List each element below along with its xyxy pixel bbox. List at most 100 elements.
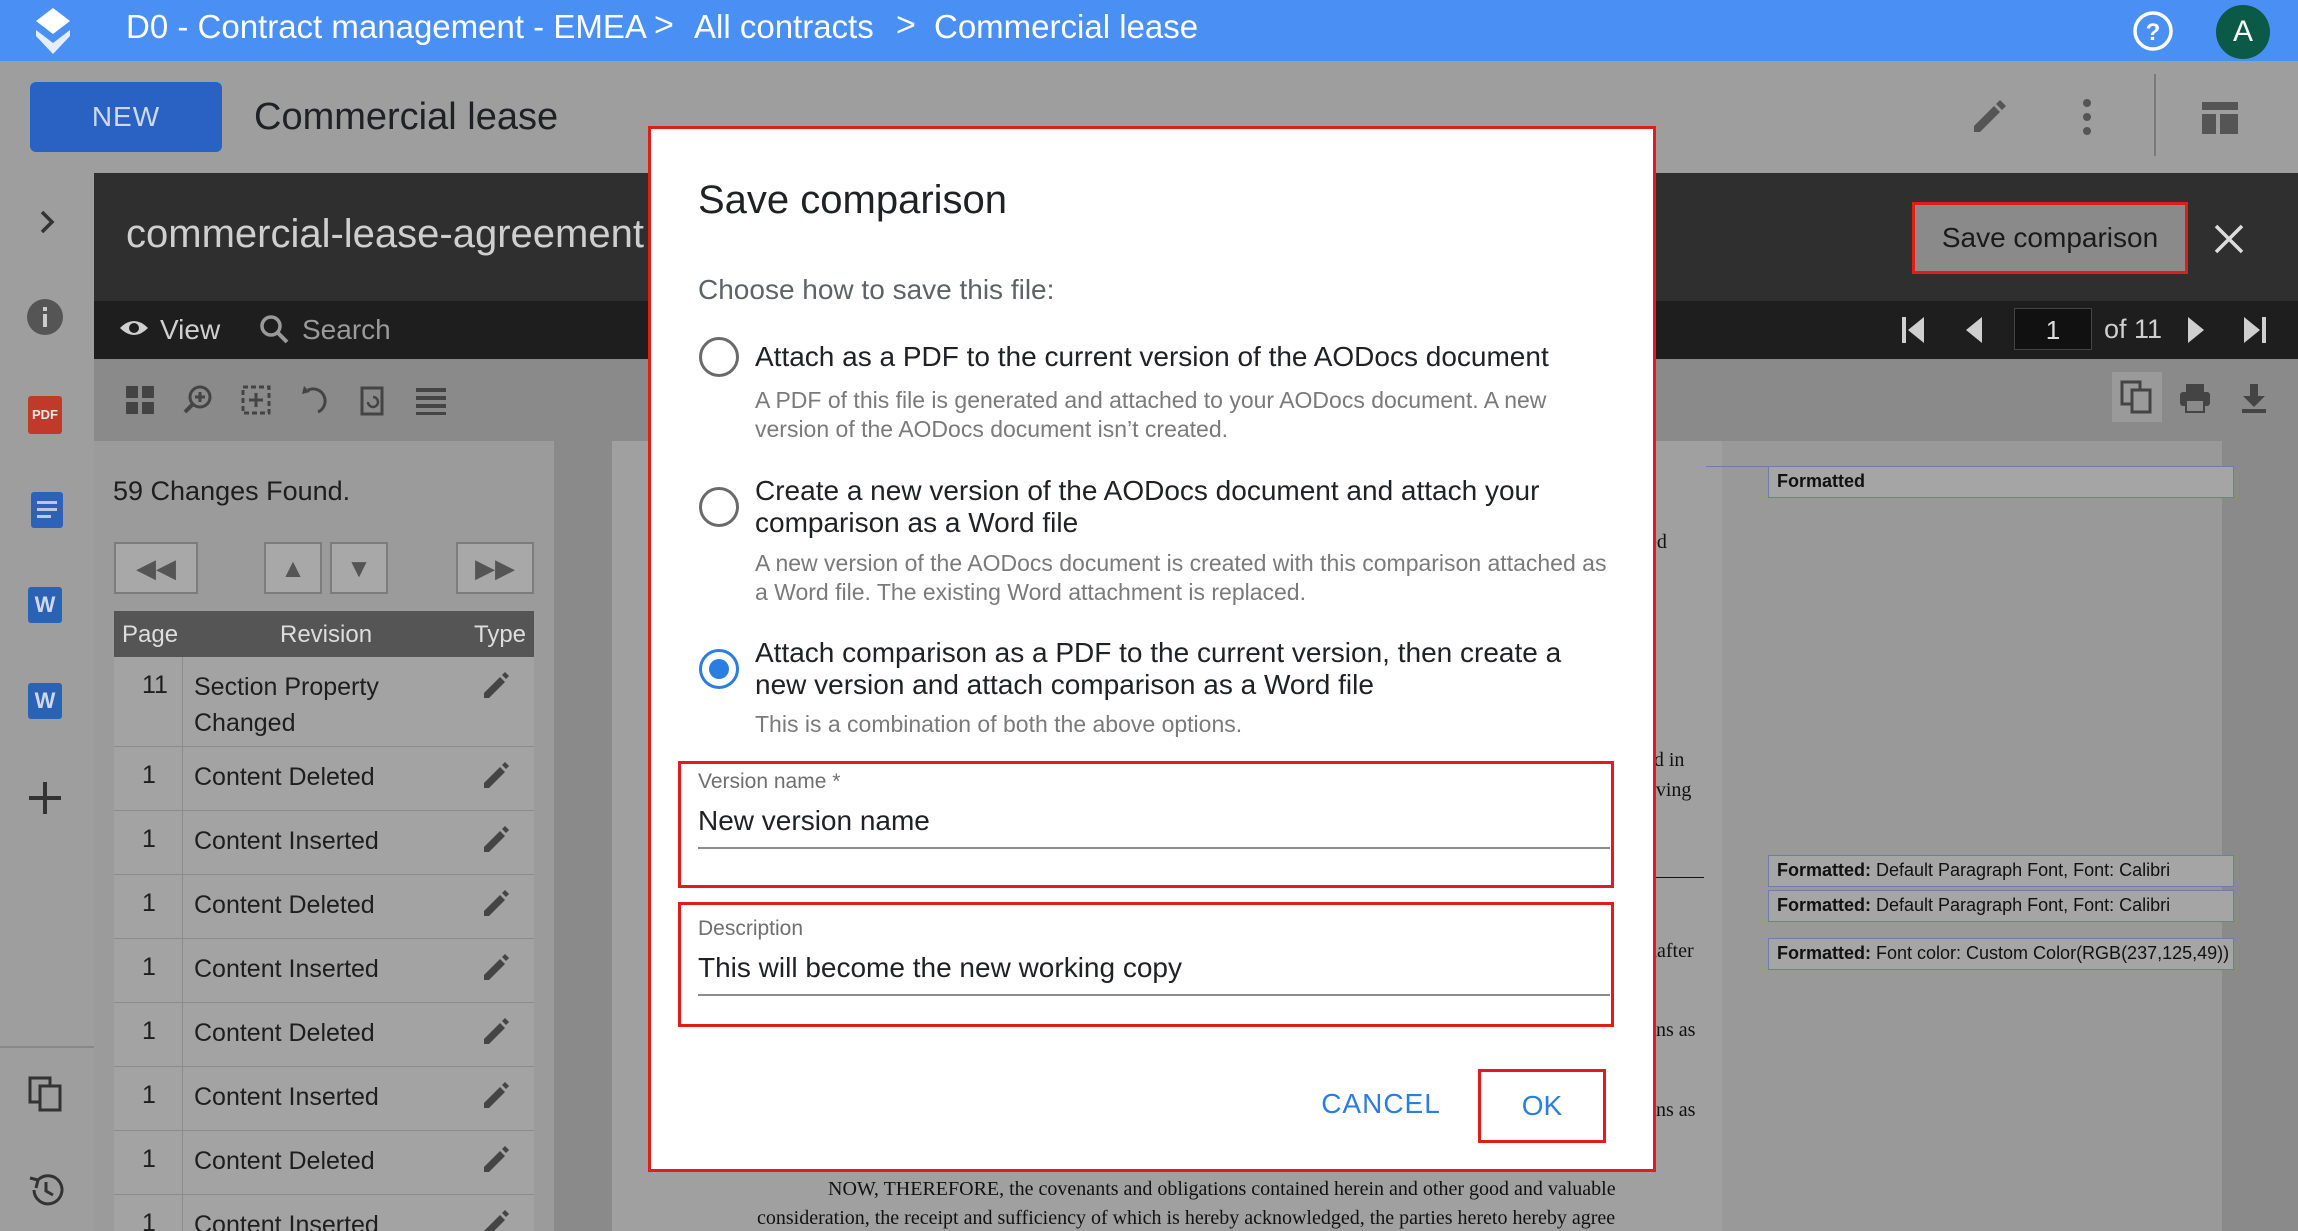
first-change-button[interactable]: ◀◀ — [114, 542, 198, 594]
table-header: Page Revision Type — [114, 611, 534, 657]
close-icon[interactable] — [2212, 222, 2246, 256]
row-divider — [182, 1131, 183, 1194]
dialog-title: Save comparison — [698, 178, 1008, 222]
option-attach-pdf-title[interactable]: Attach as a PDF to the current version o… — [755, 341, 1615, 373]
change-type-icon — [484, 1082, 509, 1108]
table-row[interactable]: 1 Content Inserted — [114, 811, 534, 875]
column-page[interactable]: Page — [122, 621, 178, 649]
table-row[interactable]: 1 Content Deleted — [114, 747, 534, 811]
word-file-icon[interactable]: W — [28, 683, 62, 719]
row-page: 1 — [142, 1081, 156, 1109]
page-title: Commercial lease — [254, 96, 559, 138]
copy-icon[interactable] — [26, 1074, 66, 1114]
table-row[interactable]: 1 Content Inserted — [114, 1195, 534, 1231]
rail-divider — [0, 1046, 94, 1048]
description-input[interactable]: This will become the new working copy — [698, 952, 1182, 984]
column-type[interactable]: Type — [474, 621, 526, 649]
breadcrumb-all-contracts[interactable]: All contracts — [694, 8, 874, 46]
page-number-input[interactable]: 1 — [2014, 308, 2092, 350]
search-icon — [260, 315, 289, 344]
history-icon[interactable] — [26, 1170, 66, 1210]
row-revision: Content Deleted — [194, 1147, 375, 1175]
description-underline — [698, 994, 1610, 996]
view-menu[interactable]: View — [160, 314, 220, 346]
row-revision: Section Property Changed — [194, 673, 379, 737]
edit-icon[interactable] — [1968, 96, 2008, 136]
app-logo-icon[interactable] — [30, 6, 76, 56]
row-divider — [182, 811, 183, 874]
option-new-version-word-desc: A new version of the AODocs document is … — [755, 550, 1607, 605]
change-type-icon — [484, 672, 509, 698]
chevron-right-icon[interactable] — [27, 202, 67, 242]
change-type-icon — [484, 1210, 509, 1231]
cancel-button[interactable]: CANCEL — [1316, 1084, 1446, 1124]
thumbnails-icon[interactable] — [124, 384, 156, 416]
row-revision: Content Inserted — [194, 827, 379, 855]
last-page-icon[interactable] — [2240, 314, 2270, 346]
info-icon[interactable] — [25, 297, 65, 337]
breadcrumb-separator: > — [654, 6, 674, 44]
table-row[interactable]: 1 Content Deleted — [114, 875, 534, 939]
version-name-input[interactable]: New version name — [698, 805, 930, 837]
add-icon[interactable] — [25, 778, 65, 818]
list-icon[interactable] — [414, 384, 448, 416]
row-page: 1 — [142, 1017, 156, 1045]
row-revision: Content Inserted — [194, 1083, 379, 1111]
change-type-icon — [484, 1018, 509, 1044]
table-row[interactable]: 1 Content Deleted — [114, 1131, 534, 1195]
help-icon[interactable]: ? — [2132, 10, 2174, 52]
version-name-underline — [698, 847, 1610, 849]
next-page-icon[interactable] — [2184, 314, 2210, 346]
option-combined-title[interactable]: Attach comparison as a PDF to the curren… — [755, 637, 1615, 701]
rotate-page-icon[interactable] — [356, 384, 388, 416]
markup-balloon-area — [1722, 441, 2222, 1231]
more-vert-icon[interactable] — [2075, 96, 2099, 138]
row-divider — [182, 747, 183, 810]
save-comparison-button[interactable]: Save comparison — [1912, 202, 2188, 274]
radio-attach-pdf[interactable] — [699, 337, 739, 377]
avatar[interactable]: A — [2216, 5, 2270, 59]
download-icon[interactable] — [2238, 382, 2270, 414]
ok-button[interactable]: OK — [1478, 1069, 1606, 1143]
word-file-icon[interactable]: W — [28, 587, 62, 623]
change-balloon[interactable]: Formatted: Font color: Custom Color(RGB(… — [1768, 938, 2234, 970]
row-revision: Content Inserted — [194, 955, 379, 983]
row-page: 1 — [142, 761, 156, 789]
pdf-file-icon[interactable]: PDF — [28, 396, 62, 434]
table-row[interactable]: 1 Content Inserted — [114, 1067, 534, 1131]
option-new-version-word-title[interactable]: Create a new version of the AODocs docum… — [755, 475, 1615, 539]
previous-change-button[interactable]: ▲ — [264, 542, 322, 594]
change-balloon[interactable]: Formatted: Default Paragraph Font, Font:… — [1768, 890, 2234, 922]
table-row[interactable]: 1 Content Inserted — [114, 939, 534, 1003]
layout-icon[interactable] — [2200, 100, 2240, 136]
new-button[interactable]: NEW — [30, 82, 222, 152]
breadcrumb-library[interactable]: D0 - Contract management - EMEA — [126, 8, 647, 46]
previous-page-icon[interactable] — [1960, 314, 1986, 346]
table-row[interactable]: 11 Section Property Changed — [114, 657, 534, 747]
zoom-in-icon[interactable] — [182, 384, 214, 416]
row-divider — [182, 875, 183, 938]
radio-new-version-word[interactable] — [699, 487, 739, 527]
last-change-button[interactable]: ▶▶ — [456, 542, 534, 594]
print-icon[interactable] — [2178, 382, 2212, 414]
search-input[interactable]: Search — [302, 314, 391, 346]
row-page: 1 — [142, 889, 156, 917]
table-row[interactable]: 1 Content Deleted — [114, 1003, 534, 1067]
fit-page-icon[interactable] — [240, 384, 272, 416]
change-balloon[interactable]: Formatted — [1768, 466, 2234, 498]
radio-combined[interactable] — [699, 649, 739, 689]
balloon-connector — [1706, 466, 1768, 467]
row-divider — [182, 939, 183, 1002]
rotate-icon[interactable] — [298, 384, 330, 416]
column-revision[interactable]: Revision — [280, 621, 372, 649]
row-divider — [182, 657, 183, 746]
first-page-icon[interactable] — [1898, 314, 1928, 346]
row-divider — [182, 1067, 183, 1130]
doc-file-icon[interactable] — [27, 490, 67, 530]
next-change-button[interactable]: ▼ — [330, 542, 388, 594]
change-balloon[interactable]: Formatted: Default Paragraph Font, Font:… — [1768, 855, 2234, 887]
row-revision: Content Deleted — [194, 891, 375, 919]
row-revision: Content Inserted — [194, 1211, 379, 1231]
row-divider — [182, 1195, 183, 1231]
row-page: 1 — [142, 1145, 156, 1173]
